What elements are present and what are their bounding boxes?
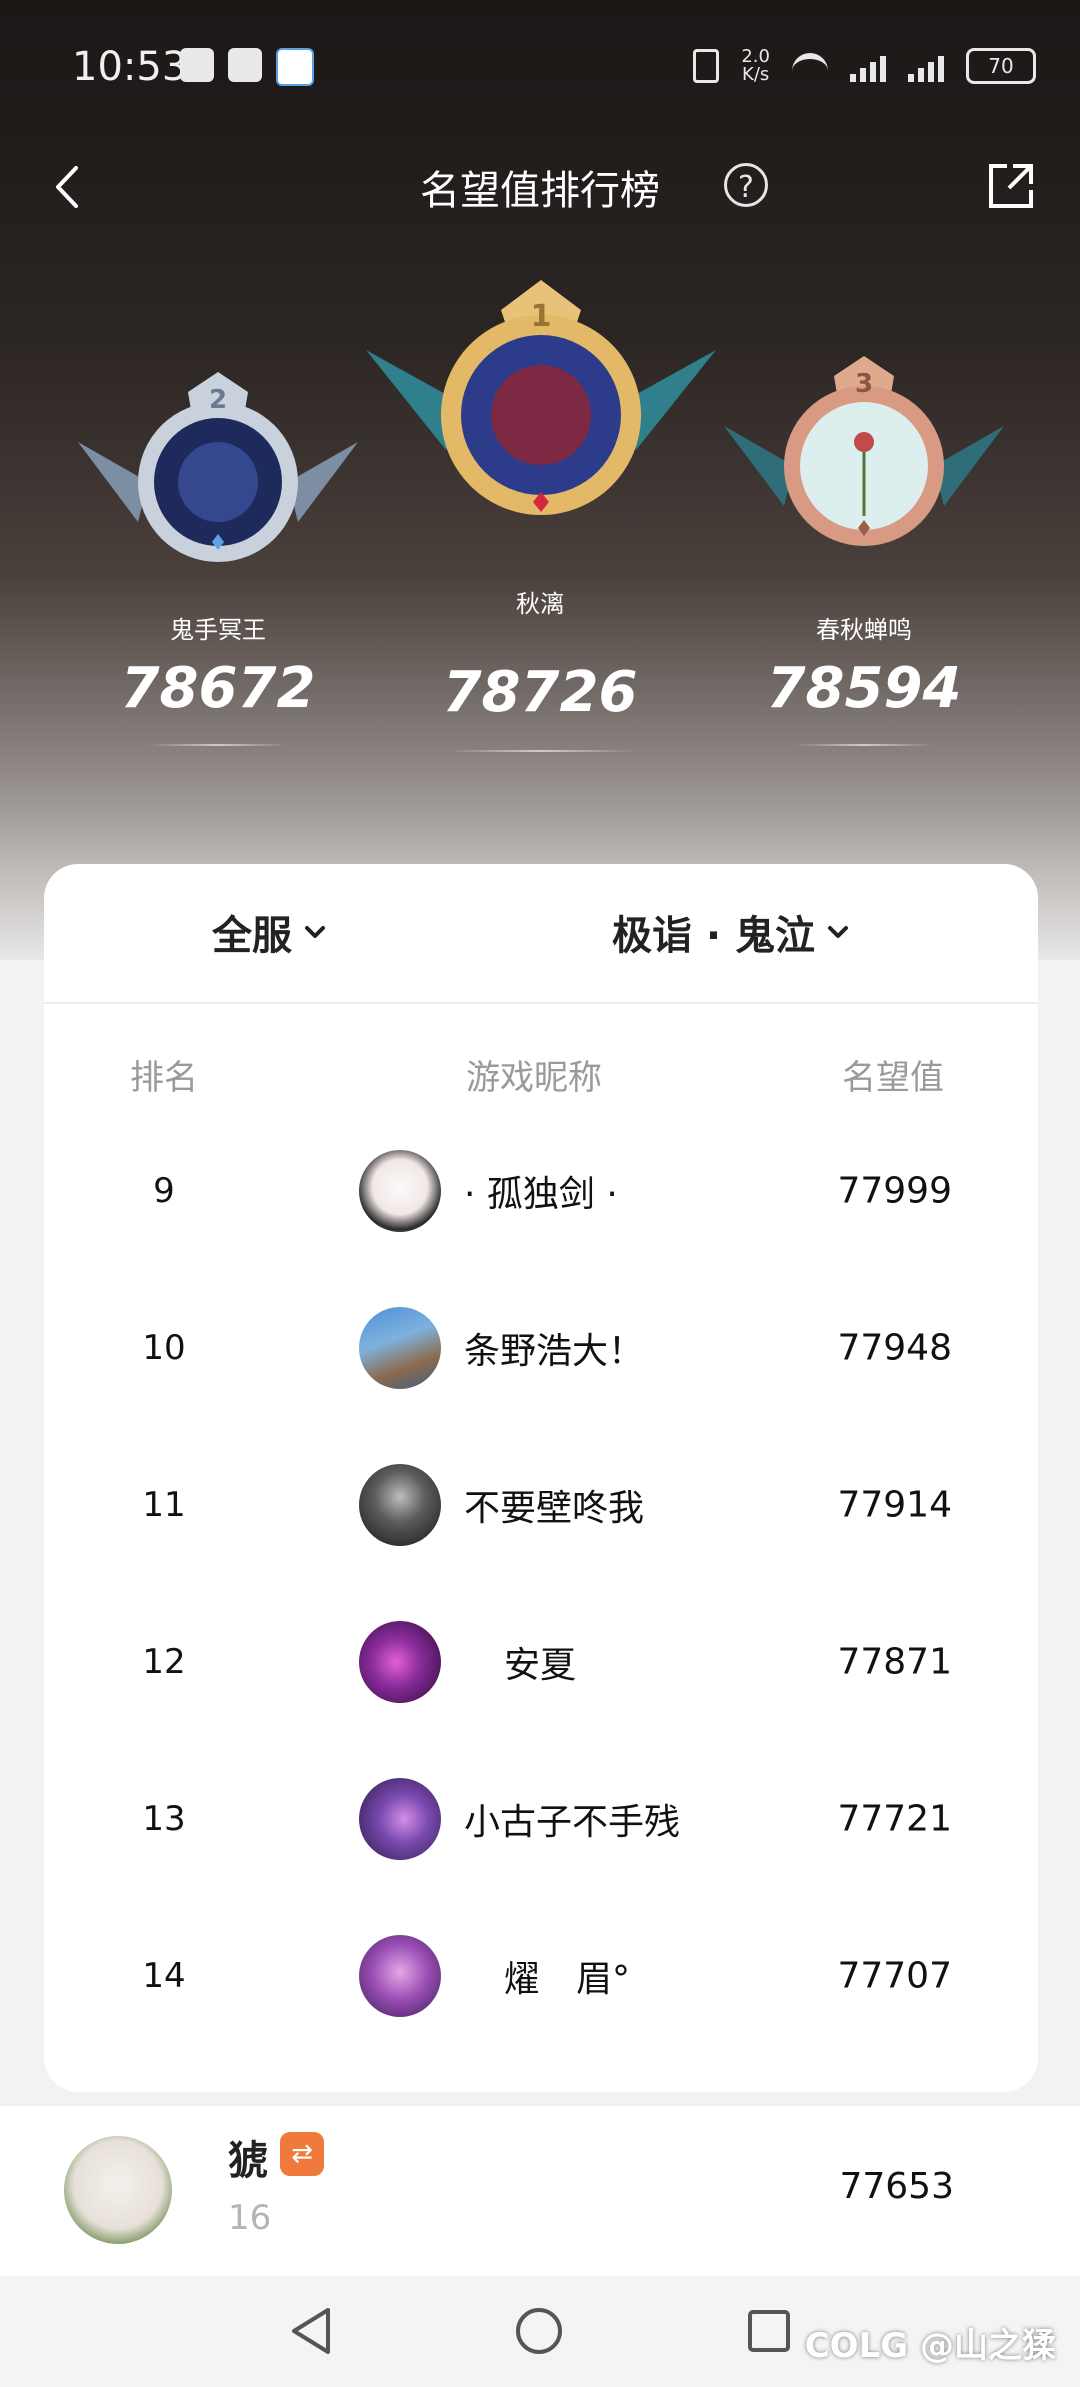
row-score: 77914 xyxy=(837,1484,952,1525)
row-score: 77707 xyxy=(837,1955,952,1996)
row-score: 77871 xyxy=(837,1641,952,1682)
status-time: 10:53 xyxy=(72,44,188,90)
avatar[interactable] xyxy=(359,1306,441,1389)
share-icon[interactable] xyxy=(985,160,1037,212)
nav-recents-icon[interactable] xyxy=(742,2304,796,2358)
nav-home-icon[interactable] xyxy=(512,2304,566,2358)
page-title: 名望值排行榜 xyxy=(420,168,660,214)
column-header-nickname: 游戏昵称 xyxy=(466,1058,602,1098)
my-avatar[interactable] xyxy=(64,2136,172,2244)
row-nickname: · 孤独剑 · xyxy=(464,1173,618,1215)
avatar[interactable] xyxy=(359,1149,441,1232)
vibrate-icon xyxy=(693,49,720,83)
region-filter-dropdown[interactable]: 极诣 · 鬼泣 xyxy=(612,864,851,1000)
watermark: COLG @山之猱 xyxy=(804,2326,1056,2366)
signal-5g-icon xyxy=(908,50,944,82)
row-score: 77948 xyxy=(837,1327,952,1368)
podium-badge-2[interactable]: 2 xyxy=(78,372,358,592)
podium-divider-1 xyxy=(446,750,636,752)
row-nickname: 条野浩大！ xyxy=(464,1330,645,1372)
podium-score-3: 78594 xyxy=(766,656,962,721)
server-filter-dropdown[interactable]: 全服 xyxy=(212,864,328,1000)
row-rank: 13 xyxy=(142,1798,186,1839)
column-header-rank: 排名 xyxy=(130,1058,198,1098)
chevron-down-icon xyxy=(828,926,849,938)
podium-badge-1[interactable]: 1 xyxy=(366,280,716,540)
notification-message-icon xyxy=(228,48,262,82)
table-row[interactable]: 12 安夏 77871 xyxy=(44,1583,1038,1740)
my-score: 77653 xyxy=(839,2166,954,2207)
notification-chat-icon xyxy=(276,48,314,86)
table-row[interactable]: 11 不要壁咚我 77914 xyxy=(44,1426,1038,1583)
table-row[interactable]: 10 条野浩大！ 77948 xyxy=(44,1269,1038,1426)
my-name: 猇 xyxy=(228,2138,268,2184)
row-rank: 12 xyxy=(142,1641,186,1682)
row-rank: 9 xyxy=(153,1170,175,1211)
avatar[interactable] xyxy=(359,1777,441,1860)
transfer-badge-icon: ⇄ xyxy=(280,2132,324,2176)
row-score: 77721 xyxy=(837,1798,952,1839)
card-divider xyxy=(44,1002,1038,1004)
notification-app-icon xyxy=(180,48,214,82)
table-row[interactable]: 9 · 孤独剑 · 77999 xyxy=(44,1112,1038,1269)
chevron-down-icon xyxy=(305,926,325,938)
podium-rank-3: 3 xyxy=(855,369,873,399)
help-icon[interactable]: ? xyxy=(724,163,768,207)
podium-score-2: 78672 xyxy=(120,656,316,721)
avatar[interactable] xyxy=(359,1934,441,2017)
podium-rank-2: 2 xyxy=(209,385,227,415)
network-speed: 2.0 K/s xyxy=(741,46,770,85)
system-status-icons: 2.0 K/s 70 xyxy=(693,48,1036,84)
row-nickname: 燿 眉° xyxy=(504,1958,631,2000)
podium-divider-2 xyxy=(148,744,288,746)
row-rank: 10 xyxy=(142,1327,186,1368)
server-filter-label: 全服 xyxy=(212,913,292,959)
podium-badge-3[interactable]: 3 xyxy=(724,356,1004,576)
my-ranking-row[interactable]: 猇 ⇄ 16 77653 xyxy=(0,2106,1080,2276)
podium-name-2: 鬼手冥王 xyxy=(170,616,266,644)
podium-name-3: 春秋蝉鸣 xyxy=(816,616,912,644)
region-filter-label: 极诣 · 鬼泣 xyxy=(612,913,816,959)
avatar[interactable] xyxy=(359,1463,441,1546)
row-nickname: 小古子不手残 xyxy=(464,1801,681,1843)
row-nickname: 不要壁咚我 xyxy=(464,1487,645,1529)
table-row[interactable]: 14 燿 眉° 77707 xyxy=(44,1897,1038,2054)
wifi-icon xyxy=(792,53,828,79)
notification-icons xyxy=(180,48,314,86)
ranking-card: 全服 极诣 · 鬼泣 排名 游戏昵称 名望值 9 · 孤独剑 · 77999 1… xyxy=(44,864,1038,2092)
podium-score-1: 78726 xyxy=(442,660,638,725)
row-rank: 14 xyxy=(142,1955,186,1996)
podium-divider-3 xyxy=(794,744,934,746)
nav-back-icon[interactable] xyxy=(284,2304,338,2358)
battery-icon: 70 xyxy=(966,48,1036,84)
column-header-score: 名望值 xyxy=(842,1058,944,1098)
row-score: 77999 xyxy=(837,1170,952,1211)
row-nickname: 安夏 xyxy=(504,1644,577,1686)
top-nav: 名望值排行榜 ? xyxy=(0,140,1080,235)
podium-name-1: 秋漓 xyxy=(516,590,564,618)
row-rank: 11 xyxy=(142,1484,186,1525)
system-nav-bar: COLG @山之猱 xyxy=(0,2276,1080,2387)
status-bar: 10:53 2.0 K/s 70 xyxy=(0,0,1080,135)
signal-4g-icon xyxy=(850,50,886,82)
table-row[interactable]: 13 小古子不手残 77721 xyxy=(44,1740,1038,1897)
my-rank: 16 xyxy=(228,2198,272,2238)
podium-rank-1: 1 xyxy=(531,299,552,334)
avatar[interactable] xyxy=(359,1620,441,1703)
